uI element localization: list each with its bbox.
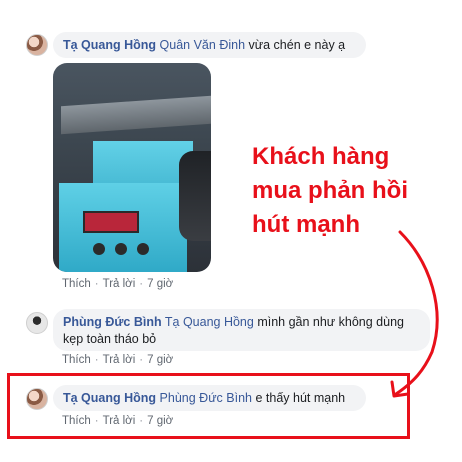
annotation-arrow	[390, 230, 439, 398]
comment-thread: Tạ Quang Hồng Quân Văn Đinh vừa chén e n…	[0, 0, 462, 462]
